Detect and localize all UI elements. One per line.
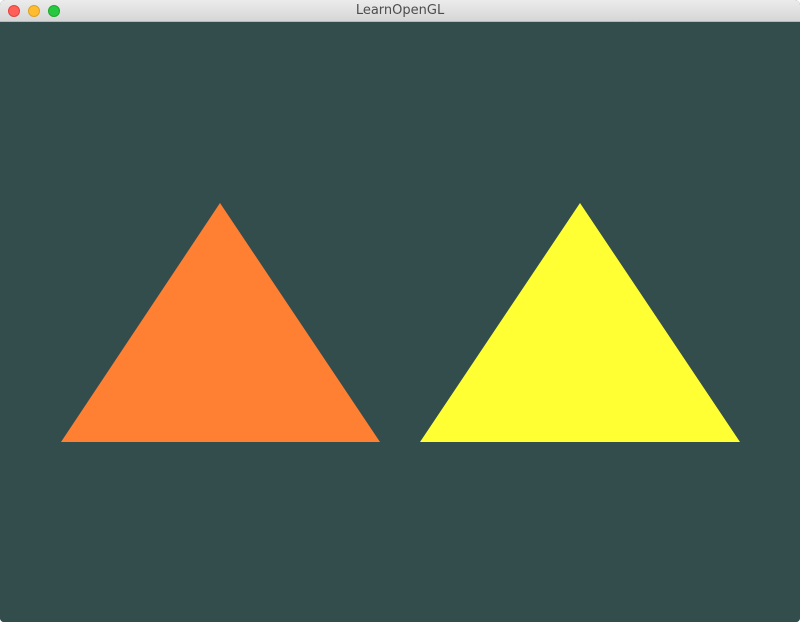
clear-color-background: [0, 22, 800, 622]
window-title: LearnOpenGL: [355, 3, 445, 18]
app-window: LearnOpenGL: [0, 0, 800, 622]
gl-canvas: [0, 22, 800, 622]
title-bar[interactable]: LearnOpenGL: [0, 0, 800, 22]
gl-viewport[interactable]: [0, 22, 800, 622]
